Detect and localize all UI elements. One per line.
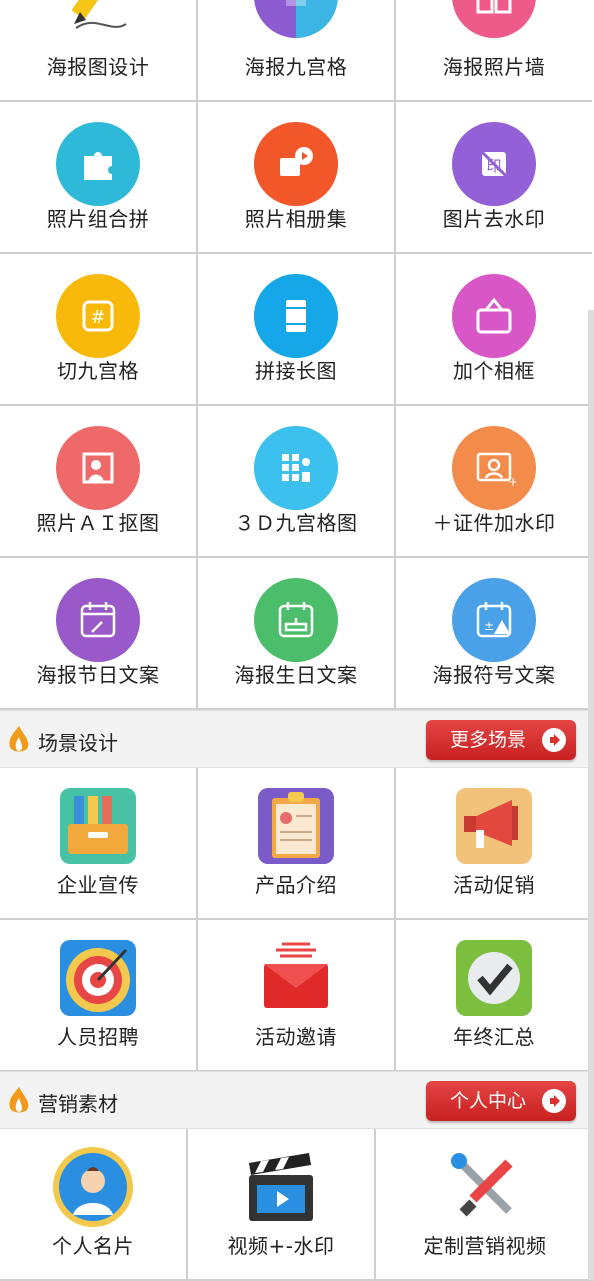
scene-promotion[interactable]: 活动促销 (396, 768, 592, 920)
tool-label: 照片相册集 (244, 207, 348, 231)
tool-label: 个人名片 (52, 1234, 134, 1258)
grid-hash-icon: # (56, 274, 140, 358)
symbol-calendar-icon: ± (452, 578, 536, 662)
tool-label: 年终汇总 (453, 1025, 535, 1049)
tool-label: 活动促销 (453, 873, 535, 897)
section-title: 场景设计 (38, 731, 118, 755)
id-watermark-icon: + (452, 426, 536, 510)
svg-text:#: # (90, 307, 105, 328)
target-icon (56, 936, 140, 1020)
market-video-watermark[interactable]: 视频+-水印 (188, 1129, 376, 1281)
scene-invite[interactable]: 活动邀请 (198, 920, 396, 1072)
tool-label: 人员招聘 (57, 1025, 139, 1049)
tool-label: ＋证件加水印 (432, 511, 556, 535)
tool-symbol-text[interactable]: ± 海报符号文案 (396, 558, 592, 710)
ai-cutout-icon (56, 426, 140, 510)
scene-product[interactable]: 产品介绍 (198, 768, 396, 920)
scene-enterprise[interactable]: 企业宣传 (0, 768, 198, 920)
tool-label: 海报照片墙 (442, 55, 546, 79)
flame-icon (9, 1087, 29, 1113)
more-scenes-label: 更多场景 (450, 729, 527, 751)
arrow-right-icon (542, 1089, 566, 1113)
tool-label: 图片去水印 (442, 207, 546, 231)
checkmark-icon (452, 936, 536, 1020)
pencil-icon (56, 0, 140, 38)
more-scenes-button[interactable]: 更多场景 (426, 720, 576, 760)
tool-cut-grid[interactable]: # 切九宫格 (0, 254, 198, 406)
tool-label: 海报生日文案 (234, 663, 358, 687)
person-card-icon (51, 1145, 135, 1229)
holiday-calendar-icon (56, 578, 140, 662)
tool-photo-album[interactable]: 照片相册集 (198, 102, 396, 254)
section-header-marketing: 营销素材 个人中心 (0, 1071, 594, 1129)
tool-holiday-text[interactable]: 海报节日文案 (0, 558, 198, 710)
clapperboard-icon (239, 1145, 323, 1229)
market-business-card[interactable]: 个人名片 (0, 1129, 188, 1281)
3d-grid-icon (254, 426, 338, 510)
puzzle-icon (56, 122, 140, 206)
tool-label: 企业宣传 (57, 873, 139, 897)
tools-grid-top: 海报图设计 海报九宫格 海报照片墙 照片组合拼 照片相册集 印 图片去水印 # (0, 0, 594, 710)
envelope-icon (254, 936, 338, 1020)
tool-label: 产品介绍 (255, 873, 337, 897)
tool-poster-grid[interactable]: 海报九宫格 (198, 0, 396, 102)
tool-id-watermark[interactable]: + ＋证件加水印 (396, 406, 592, 558)
tool-remove-watermark[interactable]: 印 图片去水印 (396, 102, 592, 254)
tool-photo-combine[interactable]: 照片组合拼 (0, 102, 198, 254)
tool-label: 视频+-水印 (227, 1234, 335, 1258)
tool-long-image[interactable]: 拼接长图 (198, 254, 396, 406)
long-image-icon (254, 274, 338, 358)
tool-poster-design[interactable]: 海报图设计 (0, 0, 198, 102)
svg-text:±: ± (484, 619, 494, 633)
tool-label: 海报节日文案 (36, 663, 160, 687)
scene-recruit[interactable]: 人员招聘 (0, 920, 198, 1072)
tool-birthday-text[interactable]: 海报生日文案 (198, 558, 396, 710)
remove-watermark-icon: 印 (452, 122, 536, 206)
section-header-scene: 场景设计 更多场景 (0, 710, 594, 768)
tool-label: 拼接长图 (255, 359, 337, 383)
personal-center-label: 个人中心 (450, 1090, 527, 1112)
tool-label: 照片组合拼 (46, 207, 150, 231)
tool-label: 海报符号文案 (432, 663, 556, 687)
flame-icon (9, 726, 29, 752)
scene-grid: 企业宣传 产品介绍 活动促销 人员招聘 活动邀请 年终汇总 (0, 768, 594, 1072)
tool-label: 海报九宫格 (244, 55, 348, 79)
tool-ai-cutout[interactable]: 照片ＡＩ抠图 (0, 406, 198, 558)
tool-add-frame[interactable]: 加个相框 (396, 254, 592, 406)
frame-icon (452, 274, 536, 358)
tool-label: 活动邀请 (255, 1025, 337, 1049)
section-title: 营销素材 (38, 1092, 118, 1116)
market-custom-video[interactable]: 定制营销视频 (376, 1129, 594, 1281)
file-drawer-icon (56, 784, 140, 868)
tool-photo-wall[interactable]: 海报照片墙 (396, 0, 592, 102)
tool-label: 切九宫格 (57, 359, 139, 383)
tool-3d-grid[interactable]: ３Ｄ九宫格图 (198, 406, 396, 558)
marketing-grid: 个人名片 视频+-水印 定制营销视频 (0, 1129, 594, 1281)
birthday-calendar-icon (254, 578, 338, 662)
scrollbar[interactable] (588, 310, 594, 1280)
scene-summary[interactable]: 年终汇总 (396, 920, 592, 1072)
tool-label: 加个相框 (453, 359, 535, 383)
tool-label: ３Ｄ九宫格图 (234, 511, 358, 535)
tool-label: 照片ＡＩ抠图 (36, 511, 160, 535)
tool-label: 海报图设计 (46, 55, 150, 79)
photo-wall-icon (452, 0, 536, 38)
clipboard-icon (254, 784, 338, 868)
tool-label: 定制营销视频 (423, 1234, 547, 1258)
svg-text:+: + (508, 475, 516, 489)
arrow-right-icon (542, 728, 566, 752)
tools-icon (443, 1145, 527, 1229)
puzzle-color-icon (254, 0, 338, 38)
personal-center-button[interactable]: 个人中心 (426, 1081, 576, 1121)
megaphone-icon (452, 784, 536, 868)
album-icon (254, 122, 338, 206)
